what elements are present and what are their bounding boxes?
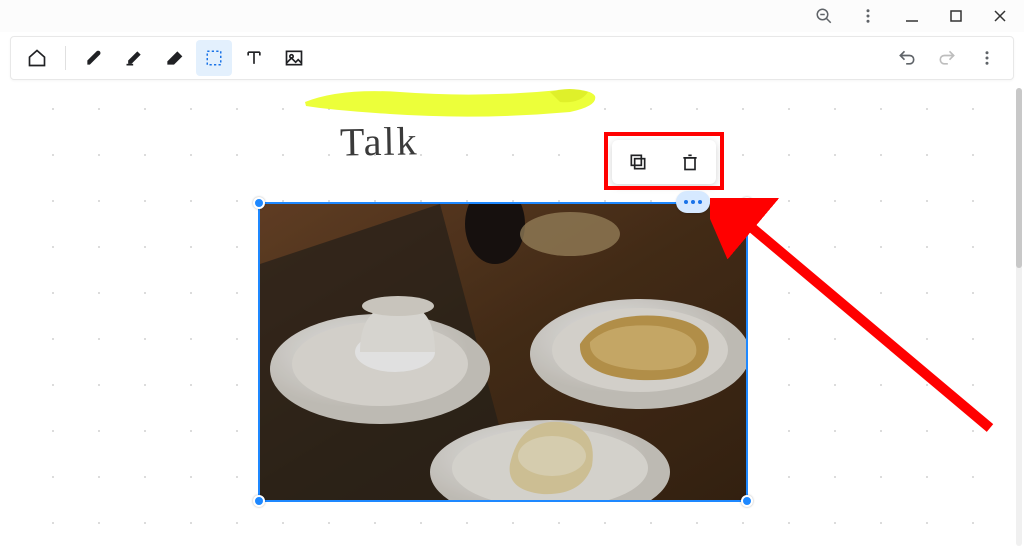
zoom-out-icon[interactable] bbox=[808, 2, 840, 30]
canvas[interactable]: Talk bbox=[10, 88, 1014, 546]
redo-button[interactable] bbox=[929, 40, 965, 76]
toolbar-divider bbox=[65, 46, 66, 70]
minimize-button[interactable] bbox=[896, 2, 928, 30]
main-toolbar-container bbox=[0, 32, 1024, 88]
resize-handle-bottom-left[interactable] bbox=[253, 495, 265, 507]
resize-handle-top-right[interactable] bbox=[741, 197, 753, 209]
toolbar-more-icon[interactable] bbox=[969, 40, 1005, 76]
resize-handle-bottom-right[interactable] bbox=[741, 495, 753, 507]
more-options-pill[interactable] bbox=[676, 191, 710, 213]
image-content bbox=[260, 204, 746, 500]
window-title-bar bbox=[0, 0, 1024, 32]
kebab-menu-icon[interactable] bbox=[852, 2, 884, 30]
undo-button[interactable] bbox=[889, 40, 925, 76]
selection-context-menu bbox=[612, 140, 716, 184]
delete-button[interactable] bbox=[672, 144, 708, 180]
main-toolbar bbox=[10, 36, 1014, 80]
copy-button[interactable] bbox=[620, 144, 656, 180]
home-button[interactable] bbox=[19, 40, 55, 76]
highlighter-tool[interactable] bbox=[116, 40, 152, 76]
pen-tool[interactable] bbox=[76, 40, 112, 76]
handwritten-text: Talk bbox=[340, 117, 419, 165]
image-tool[interactable] bbox=[276, 40, 312, 76]
maximize-button[interactable] bbox=[940, 2, 972, 30]
selected-image[interactable] bbox=[258, 202, 748, 502]
resize-handle-top-left[interactable] bbox=[253, 197, 265, 209]
vertical-scrollbar[interactable] bbox=[1016, 88, 1022, 546]
highlighter-stroke bbox=[300, 88, 600, 122]
close-button[interactable] bbox=[984, 2, 1016, 30]
text-tool[interactable] bbox=[236, 40, 272, 76]
eraser-tool[interactable] bbox=[156, 40, 192, 76]
select-tool[interactable] bbox=[196, 40, 232, 76]
